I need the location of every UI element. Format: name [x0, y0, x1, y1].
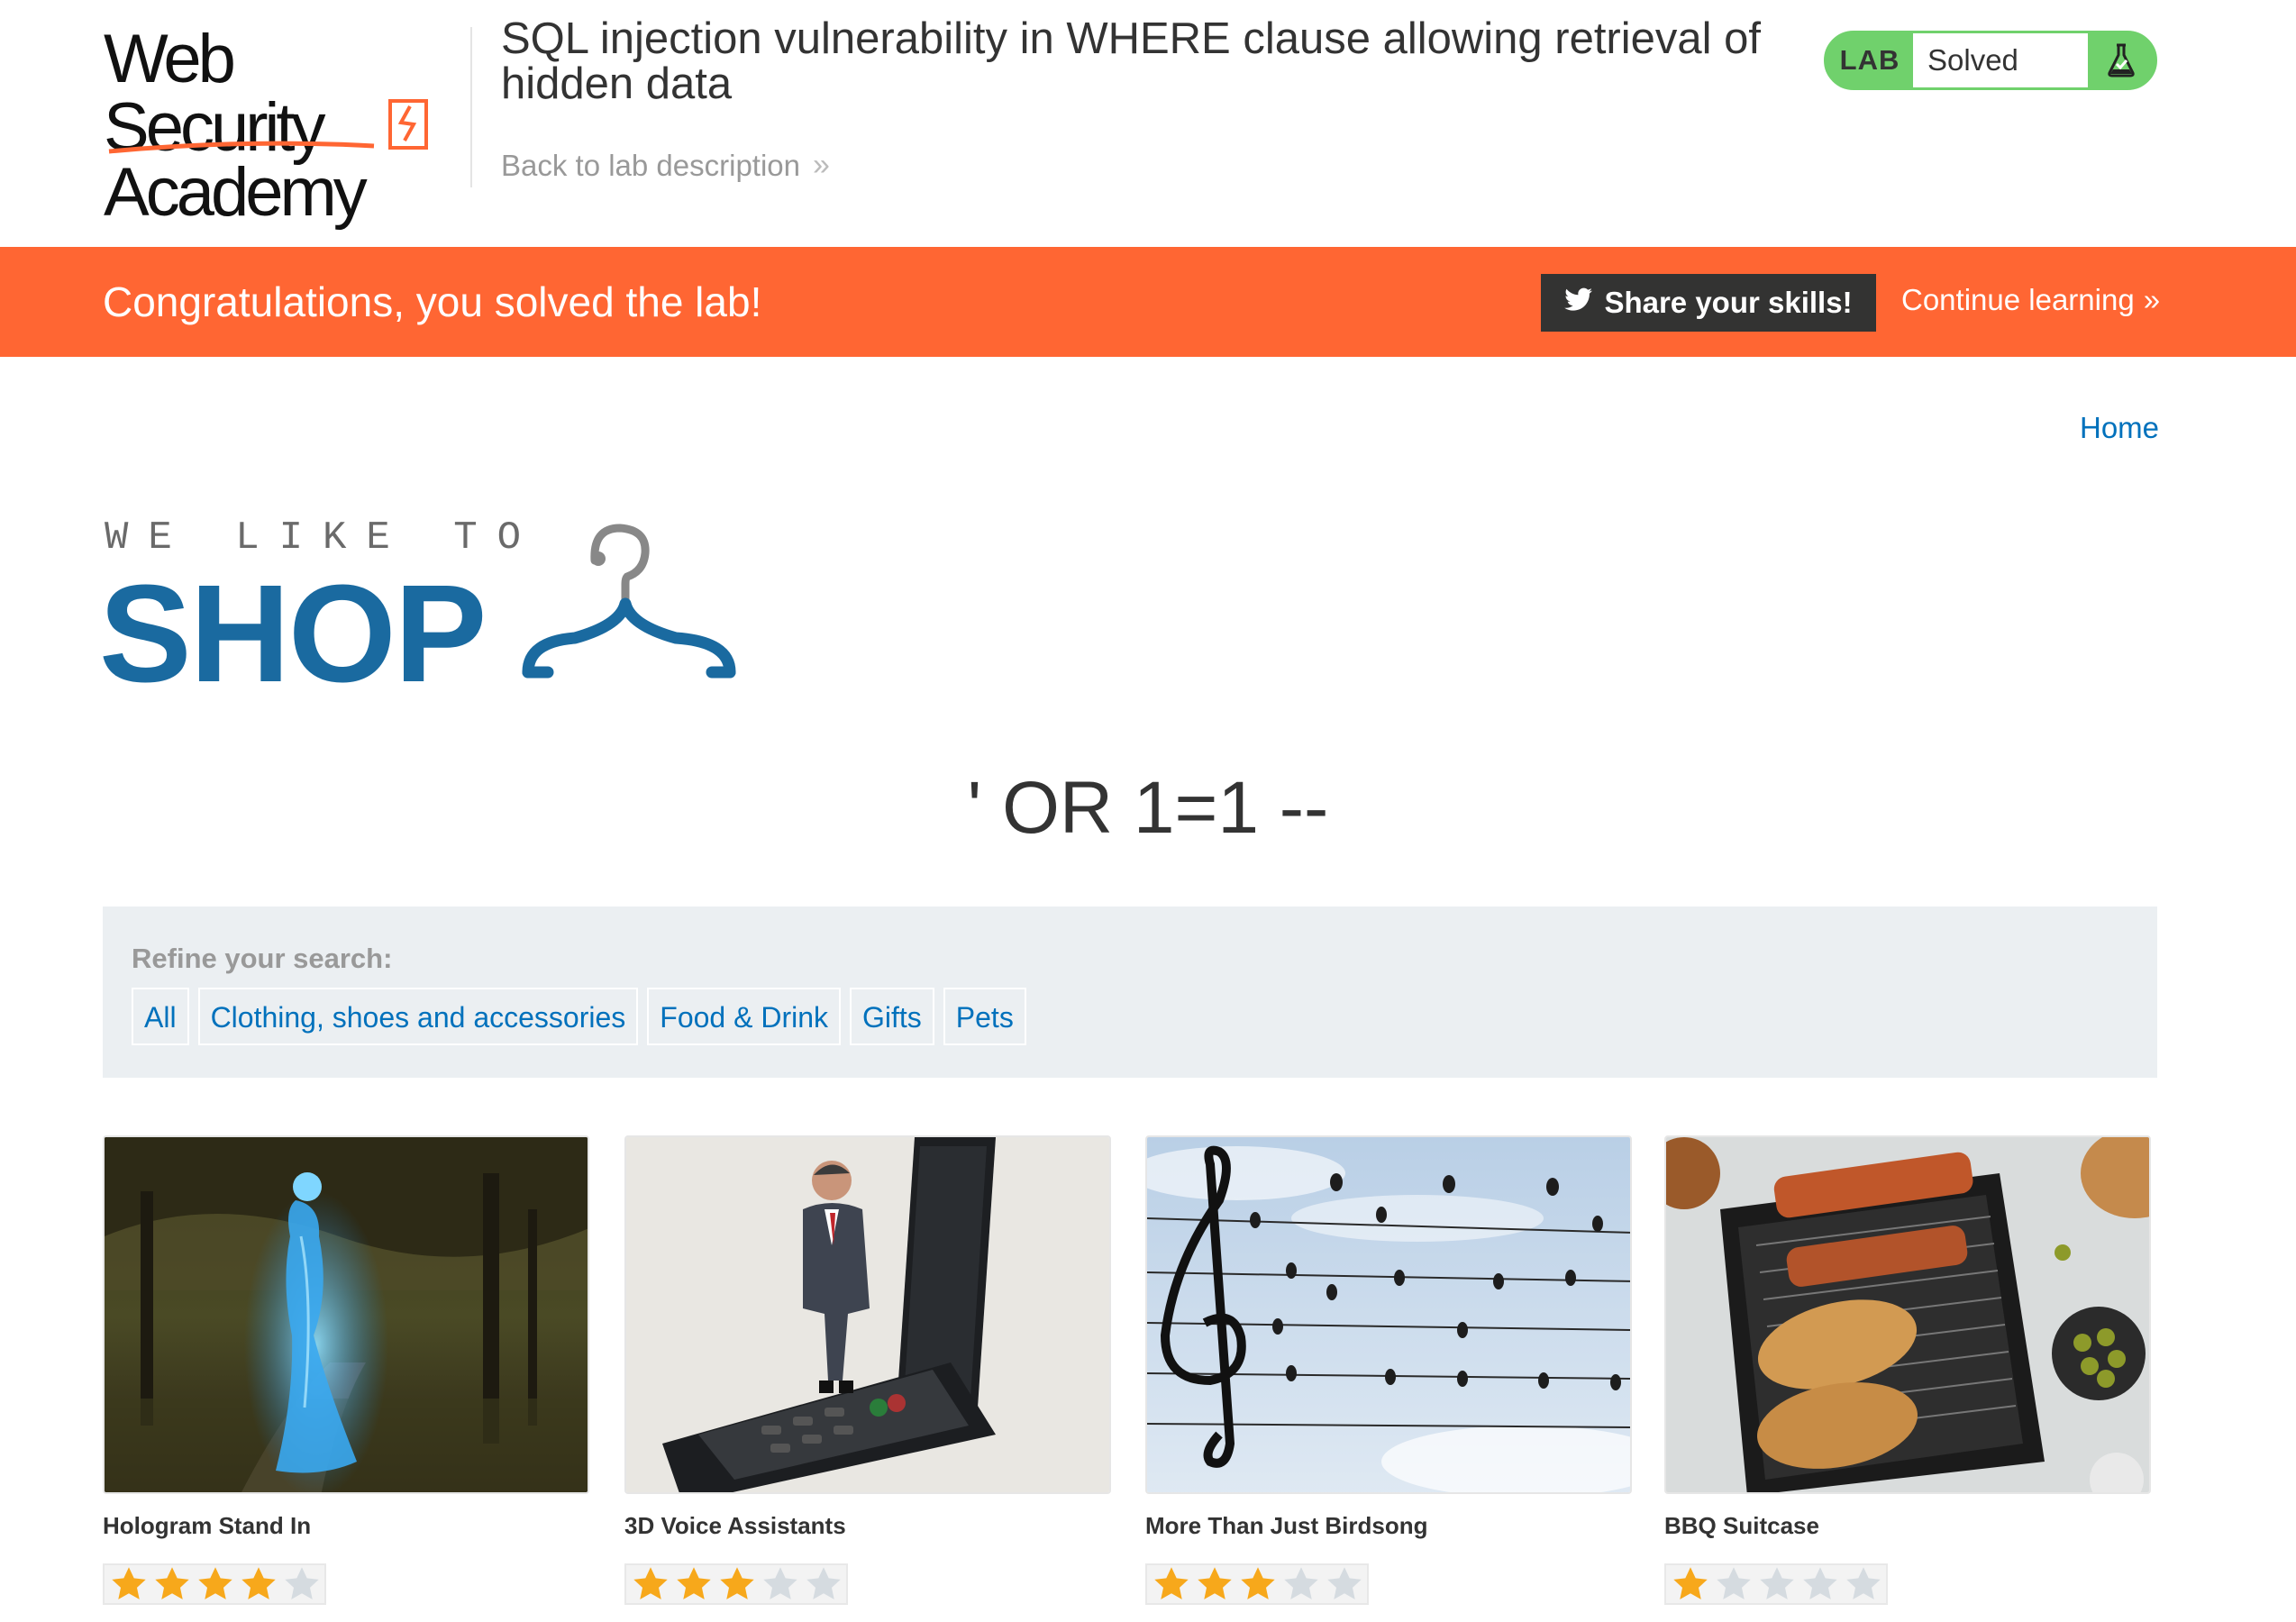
back-to-lab-description-link[interactable]: Back to lab description » [501, 148, 830, 183]
star-filled-icon [633, 1567, 668, 1599]
product-card: 3D Voice Assistants [624, 1135, 1111, 1605]
star-empty-icon [1803, 1567, 1837, 1599]
share-button-label: Share your skills! [1604, 286, 1853, 319]
star-empty-icon [1846, 1567, 1881, 1599]
logo-line1: Web Security [104, 21, 326, 166]
star-empty-icon [763, 1567, 797, 1599]
star-filled-icon [1673, 1567, 1708, 1599]
solved-banner: Congratulations, you solved the lab! Sha… [0, 247, 2296, 357]
star-filled-icon [720, 1567, 754, 1599]
star-empty-icon [1717, 1567, 1751, 1599]
continue-learning-link[interactable]: Continue learning » [1901, 283, 2160, 317]
product-name: 3D Voice Assistants [624, 1512, 846, 1539]
star-filled-icon [1154, 1567, 1189, 1599]
product-image-birdsong[interactable] [1145, 1135, 1632, 1494]
product-name: BBQ Suitcase [1664, 1512, 1819, 1539]
search-term-heading: ' OR 1=1 -- [967, 767, 1329, 849]
product-image-hologram[interactable] [103, 1135, 589, 1494]
lab-status-badge: LAB Solved [1824, 31, 2157, 90]
lab-tag: LAB [1839, 44, 1900, 76]
star-filled-icon [198, 1567, 232, 1599]
filter-all[interactable]: All [132, 988, 189, 1045]
filter-clothing[interactable]: Clothing, shoes and accessories [197, 988, 639, 1045]
star-empty-icon [806, 1567, 841, 1599]
refine-search-label: Refine your search: [132, 943, 393, 974]
lab-title: SQL injection vulnerability in WHERE cla… [501, 14, 1762, 108]
web-security-academy-logo[interactable]: Web Security Academy [104, 21, 464, 227]
header-divider [470, 27, 472, 187]
product-rating [103, 1563, 326, 1605]
product-rating [1664, 1563, 1888, 1605]
product-card: More Than Just Birdsong [1145, 1135, 1632, 1605]
product-image-bbq-suitcase[interactable] [1664, 1135, 2151, 1494]
double-chevron-right-icon: » [2143, 283, 2161, 316]
continue-learning-label: Continue learning [1901, 283, 2135, 316]
product-rating [624, 1563, 848, 1605]
back-link-label: Back to lab description [501, 148, 801, 182]
congratulations-message: Congratulations, you solved the lab! [103, 278, 762, 325]
share-skills-button[interactable]: Share your skills! [1541, 274, 1876, 332]
star-filled-icon [1198, 1567, 1232, 1599]
product-card: BBQ Suitcase [1664, 1135, 2151, 1605]
home-link[interactable]: Home [2080, 411, 2159, 445]
star-filled-icon [155, 1567, 189, 1599]
flask-icon [2088, 33, 2155, 87]
product-rating [1145, 1563, 1369, 1605]
star-empty-icon [1327, 1567, 1362, 1599]
twitter-icon [1564, 286, 1593, 320]
product-name: Hologram Stand In [103, 1512, 312, 1539]
logo-line2: Academy [104, 154, 368, 231]
filter-gifts[interactable]: Gifts [850, 988, 934, 1045]
double-chevron-right-icon: » [813, 148, 830, 182]
category-filter-list: All Clothing, shoes and accessories Food… [132, 988, 1026, 1045]
filter-food-drink[interactable]: Food & Drink [647, 988, 841, 1045]
filter-pets[interactable]: Pets [943, 988, 1026, 1045]
star-empty-icon [1284, 1567, 1318, 1599]
product-name: More Than Just Birdsong [1145, 1512, 1428, 1539]
lab-status-text: Solved [1913, 33, 2088, 87]
star-filled-icon [677, 1567, 711, 1599]
product-image-voice-assistants[interactable] [624, 1135, 1111, 1494]
star-filled-icon [112, 1567, 146, 1599]
filter-panel: Refine your search: All Clothing, shoes … [103, 907, 2157, 1078]
star-empty-icon [1760, 1567, 1794, 1599]
product-grid: Hologram Stand In 3D Voice Assistants Mo… [103, 1135, 2157, 1622]
star-filled-icon [1241, 1567, 1275, 1599]
star-filled-icon [241, 1567, 276, 1599]
shop-logo-tagline: WE LIKE TO [105, 515, 542, 560]
product-card: Hologram Stand In [103, 1135, 589, 1605]
hanger-icon [522, 524, 736, 679]
star-empty-icon [285, 1567, 319, 1599]
shop-logo-title: SHOP [99, 556, 487, 711]
header: Web Security Academy SQL injection vulne… [0, 0, 2296, 247]
